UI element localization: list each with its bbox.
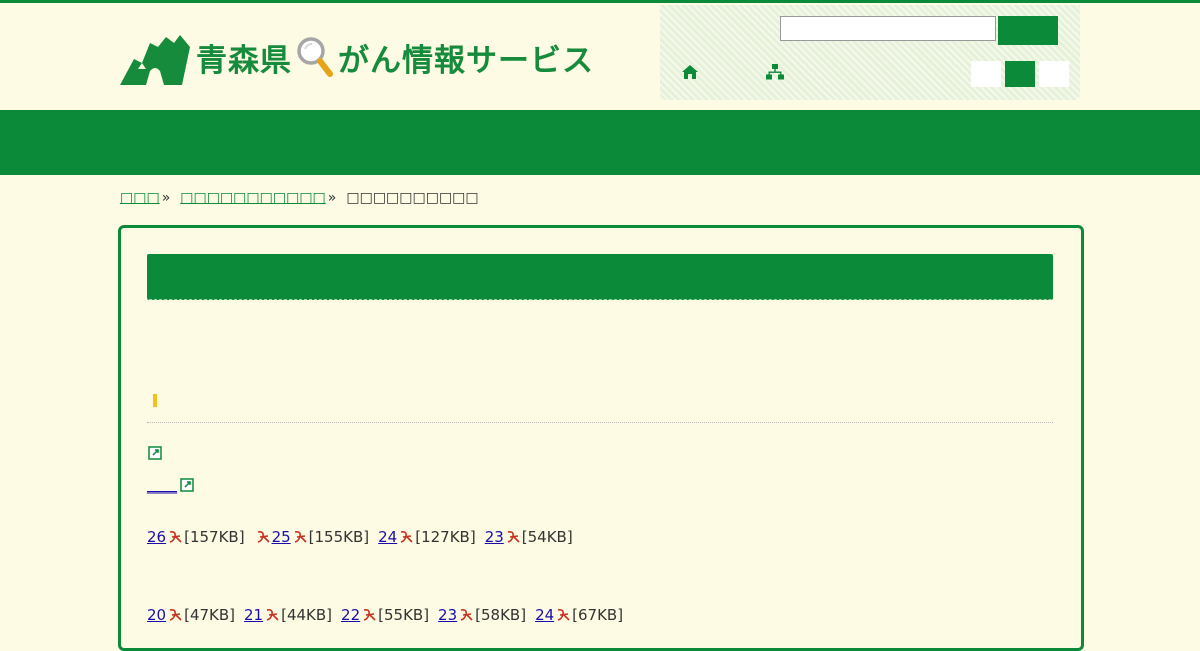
pdf-file-item: 21 [44KB] (244, 606, 332, 624)
global-navigation-bar (0, 110, 1200, 175)
utility-panel (660, 5, 1080, 100)
pdf-file-link[interactable]: 26 (147, 528, 166, 546)
pdf-icon (363, 609, 376, 621)
pdf-file-link[interactable]: 24 (535, 606, 554, 624)
font-size-small-button[interactable] (971, 61, 1001, 87)
sitemap-link[interactable] (766, 64, 784, 80)
logo-text-prefecture: 青森県 (196, 42, 292, 79)
top-accent-line (0, 0, 1200, 3)
logo-text: 青森県 がん情報サービス (196, 35, 594, 80)
pdf-icon (266, 609, 279, 621)
pdf-icon (169, 609, 182, 621)
pdf-file-link[interactable]: 24 (378, 528, 397, 546)
pdf-file-item: 23 [58KB] (438, 606, 526, 624)
file-size: [127KB] (415, 528, 476, 546)
external-link[interactable]: ____ (147, 476, 177, 494)
pdf-icon (507, 531, 520, 543)
pdf-file-list: 26 [157KB] 25 [155KB] 24 [127KB] 23 [54K… (147, 528, 582, 546)
pdf-icon (294, 531, 307, 543)
pdf-file-item: 24 [127KB] (378, 528, 476, 546)
page-title (147, 254, 1053, 300)
section-heading (147, 394, 1053, 423)
external-link-icon (148, 446, 162, 460)
pdf-icon (257, 531, 270, 543)
main-content: ____ 26 [157KB] 25 [155KB] 24 [127KB] 23… (118, 225, 1084, 651)
file-size: [67KB] (572, 606, 624, 624)
pdf-file-link[interactable]: 22 (341, 606, 360, 624)
file-size: [58KB] (475, 606, 527, 624)
file-size: [44KB] (281, 606, 333, 624)
pdf-file-link[interactable]: 23 (485, 528, 504, 546)
pdf-file-item: 25 [155KB] (272, 528, 370, 546)
pdf-file-list: 20 [47KB] 21 [44KB] 22 [55KB] 23 [58KB] … (147, 606, 632, 624)
font-size-large-button[interactable] (1039, 61, 1069, 87)
breadcrumb-separator: » (161, 190, 171, 206)
pdf-file-link[interactable]: 25 (272, 528, 291, 546)
pdf-file-item: 22 [55KB] (341, 606, 429, 624)
search-button[interactable] (998, 16, 1058, 45)
pdf-file-link[interactable]: 21 (244, 606, 263, 624)
external-link-row (147, 446, 162, 460)
breadcrumb-parent-link[interactable]: □□□□□□□□□□□ (180, 190, 326, 206)
pdf-file-link[interactable]: 23 (438, 606, 457, 624)
breadcrumb-current: □□□□□□□□□□ (346, 190, 479, 206)
pdf-icon (400, 531, 413, 543)
pdf-icon (169, 531, 182, 543)
search-input[interactable] (780, 16, 996, 41)
pdf-file-item: 20 [47KB] (147, 606, 235, 624)
mountain-logo-icon (120, 35, 190, 85)
pdf-file-item: 23 [54KB] (485, 528, 573, 546)
pdf-icon (460, 609, 473, 621)
file-size: [54KB] (521, 528, 573, 546)
logo-text-service: がん情報サービス (338, 42, 594, 79)
breadcrumb-home-link[interactable]: □□□ (120, 190, 160, 206)
home-icon (682, 65, 698, 79)
breadcrumb-separator: » (327, 190, 337, 206)
pdf-icon (557, 609, 570, 621)
pdf-file-item: 24 [67KB] (535, 606, 623, 624)
breadcrumb: □□□ » □□□□□□□□□□□ » □□□□□□□□□□ (120, 190, 479, 206)
file-size: [155KB] (308, 528, 370, 546)
magnifier-icon (297, 37, 333, 77)
pdf-file-item: 26 [157KB] (147, 528, 245, 546)
file-size: [47KB] (184, 606, 236, 624)
external-link-row: ____ (147, 476, 194, 494)
sitemap-icon (766, 64, 784, 80)
file-size: [55KB] (378, 606, 430, 624)
pdf-file-link[interactable]: 20 (147, 606, 166, 624)
heading-marker (153, 394, 157, 407)
site-logo[interactable]: 青森県 がん情報サービス (120, 28, 594, 86)
external-link-icon (180, 478, 194, 492)
file-size: [157KB] (184, 528, 245, 546)
home-link[interactable] (681, 64, 699, 80)
font-size-medium-button[interactable] (1005, 61, 1035, 87)
